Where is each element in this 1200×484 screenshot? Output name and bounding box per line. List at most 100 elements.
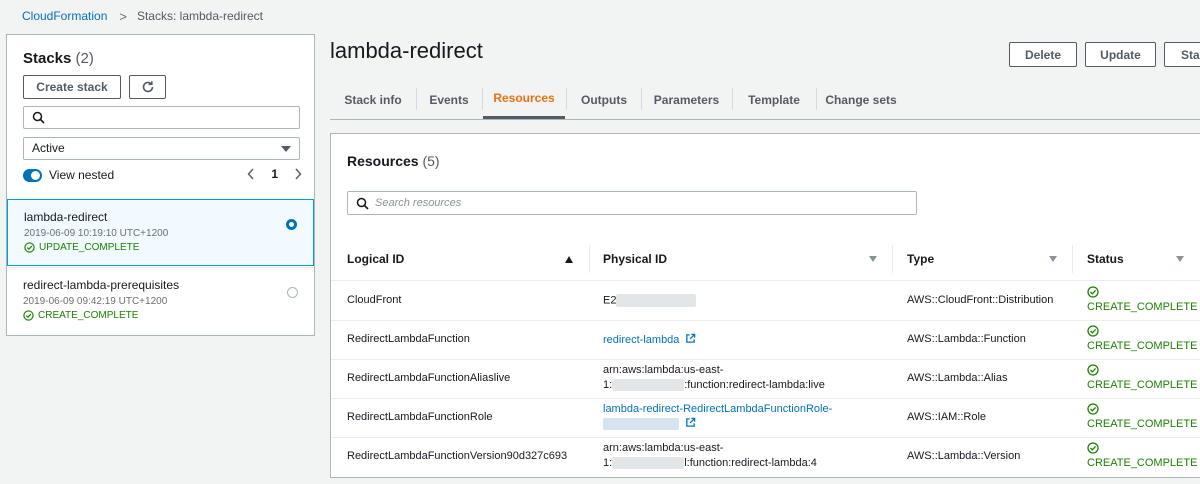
physical-id-link[interactable]: lambda-redirect-RedirectLambdaFunctionRo… (603, 402, 832, 432)
stack-status-text: UPDATE_COMPLETE (39, 242, 140, 253)
external-link-icon[interactable] (685, 417, 696, 428)
logical-id: RedirectLambdaFunction (347, 333, 470, 345)
stack-item-lambda-redirect[interactable]: lambda-redirect 2019-06-09 10:19:10 UTC+… (7, 199, 314, 266)
physical-id-line1: arn:aws:lambda:us-east- (603, 442, 724, 454)
resource-status: CREATE_COMPLETE (1087, 286, 1197, 313)
logical-id: CloudFront (347, 294, 402, 306)
column-status-label: Status (1087, 252, 1124, 266)
check-circle-icon (1087, 286, 1099, 298)
resource-type: AWS::Lambda::Function (907, 333, 1026, 345)
stack-date: 2019-06-09 10:19:10 UTC+1200 (24, 228, 169, 239)
stack-search-input[interactable] (23, 106, 300, 129)
tab-outputs[interactable]: Outputs (567, 80, 641, 119)
stack-status-filter-select[interactable]: Active (23, 137, 300, 160)
stack-status-filter-value: Active (32, 141, 65, 155)
stacks-count: (2) (75, 50, 94, 67)
search-icon (356, 197, 369, 210)
resources-table-header: Logical ID Physical ID Type Status (331, 237, 1200, 281)
resource-status-text: CREATE_COMPLETE (1087, 418, 1198, 430)
redacted-text (603, 418, 679, 431)
table-row: RedirectLambdaFunctionVersion90d327c693 … (331, 438, 1200, 477)
logical-id: RedirectLambdaFunctionAliaslive (347, 372, 511, 384)
redacted-text (616, 294, 697, 307)
check-circle-icon (23, 310, 34, 321)
page-number[interactable]: 1 (271, 167, 278, 181)
sort-ascending-icon[interactable] (565, 256, 573, 263)
redacted-text (612, 457, 685, 470)
resource-search-input[interactable]: Search resources (347, 191, 917, 215)
update-button[interactable]: Update (1085, 42, 1156, 67)
column-type-label: Type (907, 252, 935, 266)
check-circle-icon (24, 242, 35, 253)
external-link-icon[interactable] (685, 333, 696, 344)
chevron-left-icon[interactable] (247, 168, 255, 180)
breadcrumb: CloudFormation > Stacks: lambda-redirect (22, 8, 263, 24)
physical-id-text[interactable]: lambda-redirect-RedirectLambdaFunctionRo… (603, 403, 832, 415)
resource-type: AWS::IAM::Role (907, 411, 987, 423)
table-row: RedirectLambdaFunction redirect-lambda A… (331, 321, 1200, 360)
stack-name[interactable]: redirect-lambda-prerequisites (23, 278, 179, 292)
refresh-icon (142, 81, 153, 93)
logical-id: RedirectLambdaFunctionVersion90d327c693 (347, 450, 568, 462)
resources-count: (5) (422, 153, 440, 169)
tab-change-sets[interactable]: Change sets (817, 80, 905, 119)
stack-radio[interactable] (287, 287, 298, 298)
tab-template[interactable]: Template (733, 80, 815, 119)
stack-radio-selected[interactable] (286, 219, 297, 230)
check-circle-icon (1087, 442, 1099, 454)
chevron-right-icon[interactable] (294, 168, 302, 180)
stack-tabs: Stack info Events Resources Outputs Para… (330, 80, 1200, 120)
column-physical-id[interactable]: Physical ID (587, 237, 892, 281)
resource-status-text: CREATE_COMPLETE (1087, 301, 1198, 313)
stacks-pagination: 1 (247, 167, 302, 181)
physical-id-line1: arn:aws:lambda:us-east- (603, 364, 724, 376)
resource-status-text: CREATE_COMPLETE (1087, 340, 1198, 352)
physical-id-line2: :function:redirect-lambda:live (684, 379, 825, 391)
stack-actions-button[interactable]: Stac (1164, 42, 1200, 67)
stacks-panel-title: Stacks (2) (23, 50, 94, 67)
stack-date: 2019-06-09 09:42:19 UTC+1200 (23, 296, 168, 307)
create-stack-button[interactable]: Create stack (23, 75, 121, 99)
page-title: lambda-redirect (330, 38, 483, 63)
column-logical-id[interactable]: Logical ID (331, 237, 589, 281)
logical-id: RedirectLambdaFunctionRole (347, 411, 493, 423)
breadcrumb-current: Stacks: lambda-redirect (136, 9, 264, 23)
resource-status-text: CREATE_COMPLETE (1087, 457, 1198, 469)
column-physical-id-label: Physical ID (603, 252, 668, 266)
stack-status: CREATE_COMPLETE (23, 310, 138, 321)
resources-title: Resources (5) (347, 153, 440, 169)
view-nested-toggle[interactable] (23, 169, 42, 182)
resources-panel: Resources (5) Search resources Logical I… (330, 133, 1200, 478)
physical-id: arn:aws:lambda:us-east- 1: l:function:red… (603, 442, 817, 470)
stack-status-text: CREATE_COMPLETE (38, 310, 139, 321)
caret-down-icon (281, 146, 291, 152)
resource-status-text: CREATE_COMPLETE (1087, 379, 1198, 391)
physical-id: arn:aws:lambda:us-east- 1::function:redi… (603, 364, 825, 392)
tab-stack-info[interactable]: Stack info (330, 80, 416, 119)
sort-icon[interactable] (1049, 256, 1057, 262)
check-circle-icon (1087, 403, 1099, 415)
sort-icon[interactable] (869, 256, 877, 262)
delete-button[interactable]: Delete (1009, 42, 1077, 67)
stack-name[interactable]: lambda-redirect (24, 210, 107, 224)
column-logical-id-label: Logical ID (347, 252, 405, 266)
sort-icon[interactable] (1176, 256, 1184, 262)
resources-title-text: Resources (347, 153, 419, 169)
stacks-title-text: Stacks (23, 50, 72, 67)
check-circle-icon (1087, 364, 1099, 376)
refresh-button[interactable] (129, 75, 166, 99)
view-nested-label: View nested (49, 168, 115, 182)
stack-item-redirect-lambda-prerequisites[interactable]: redirect-lambda-prerequisites 2019-06-09… (7, 268, 314, 335)
resource-type: AWS::CloudFront::Distribution (907, 294, 1054, 306)
tab-parameters[interactable]: Parameters (642, 80, 731, 119)
tab-resources[interactable]: Resources (483, 80, 565, 119)
breadcrumb-cloudformation-link[interactable]: CloudFormation (22, 9, 107, 23)
physical-id-link[interactable]: redirect-lambda (603, 333, 696, 346)
redacted-text (612, 379, 685, 392)
physical-id-text[interactable]: redirect-lambda (603, 334, 679, 346)
table-row: RedirectLambdaFunctionRole lambda-redire… (331, 399, 1200, 438)
column-type[interactable]: Type (891, 237, 1072, 281)
resource-status: CREATE_COMPLETE (1087, 403, 1197, 430)
check-circle-icon (1087, 325, 1099, 337)
tab-events[interactable]: Events (417, 80, 481, 119)
